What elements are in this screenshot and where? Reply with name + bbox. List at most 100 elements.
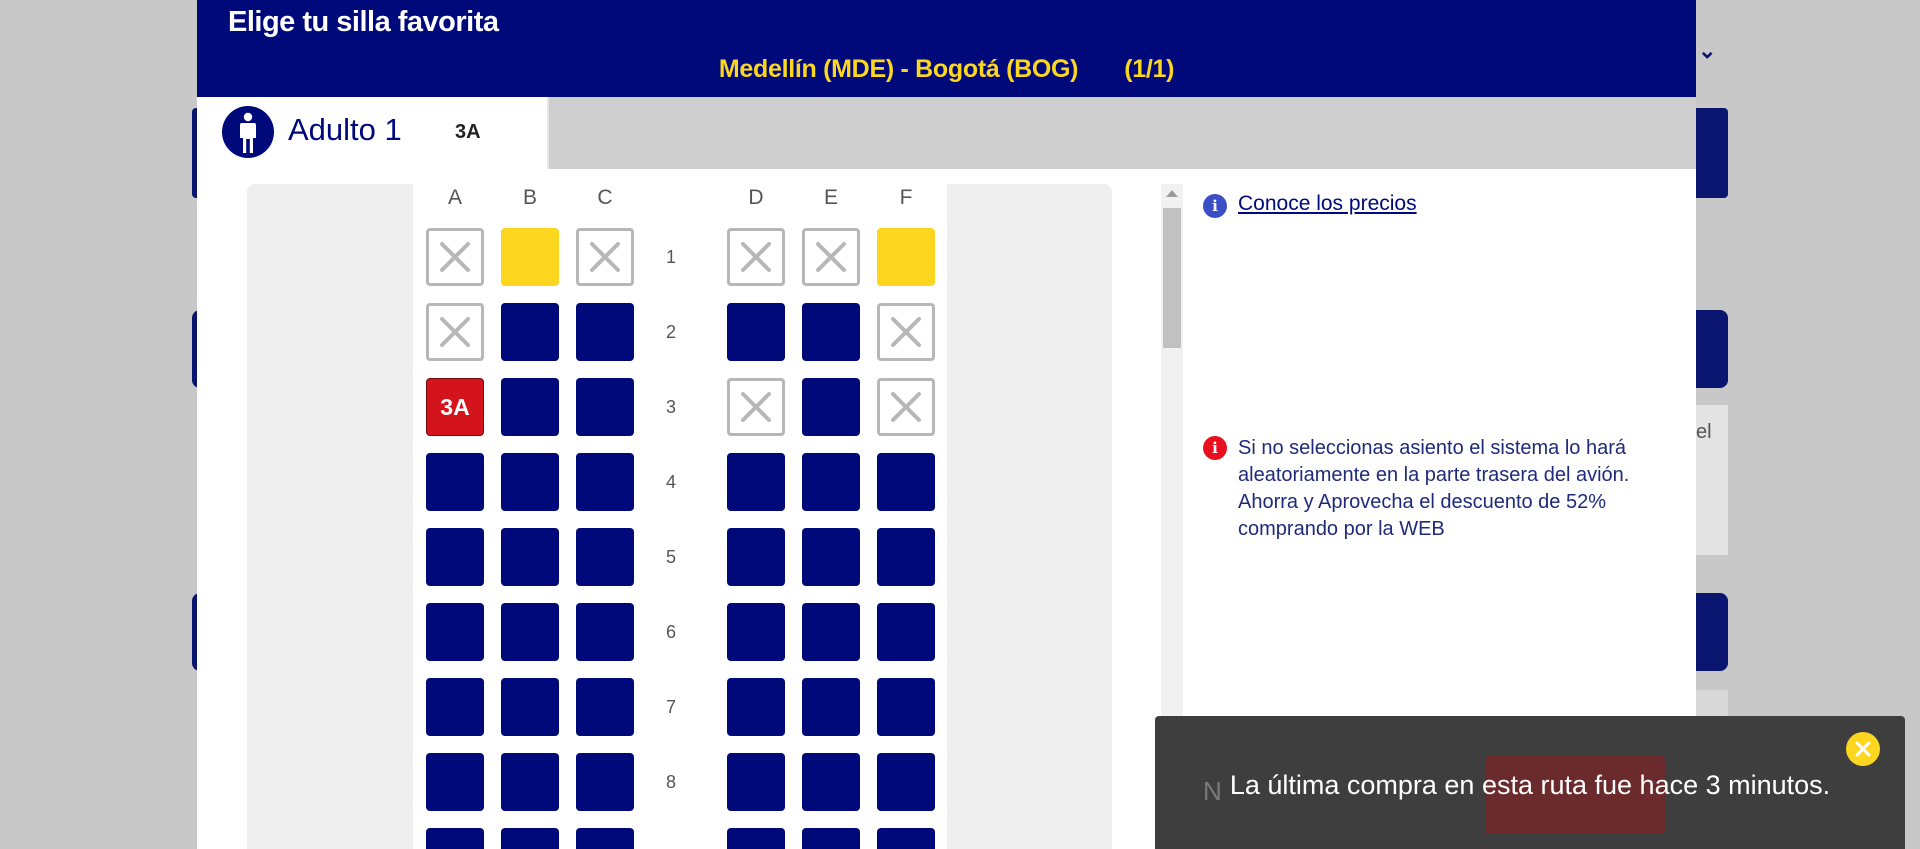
seat-partial[interactable] — [576, 828, 634, 849]
route-info: Medellín (MDE) - Bogotá (BOG) (1/1) — [197, 55, 1696, 84]
seat-3e[interactable] — [802, 378, 860, 436]
unavailable-x-icon — [440, 317, 470, 347]
seat-7e[interactable] — [802, 678, 860, 736]
seat-partial[interactable] — [426, 828, 484, 849]
segment-counter: (1/1) — [1124, 55, 1175, 83]
passenger-seat: 3A — [455, 121, 481, 143]
unavailable-x-icon — [891, 392, 921, 422]
toast-message: La última compra en esta ruta fue hace 3… — [1229, 770, 1831, 800]
scroll-thumb[interactable] — [1163, 208, 1181, 348]
seat-4b[interactable] — [501, 453, 559, 511]
row-label-5: 5 — [665, 547, 676, 567]
random-seat-warning: Si no seleccionas asiento el sistema lo … — [1238, 437, 1630, 540]
column-label-d: D — [748, 186, 764, 209]
seat-1e — [802, 228, 860, 286]
seat-6b[interactable] — [501, 603, 559, 661]
column-label-c: C — [597, 186, 613, 209]
seat-8a[interactable] — [426, 753, 484, 811]
seat-2e[interactable] — [802, 303, 860, 361]
row-label-4: 4 — [665, 472, 676, 492]
seat-6c[interactable] — [576, 603, 634, 661]
seat-5c[interactable] — [576, 528, 634, 586]
passenger-name: Adulto 1 — [288, 112, 402, 147]
seat-1b[interactable] — [501, 228, 559, 286]
unavailable-x-icon — [440, 242, 470, 272]
column-label-f: F — [899, 186, 913, 209]
seat-2c[interactable] — [576, 303, 634, 361]
row-label-1: 1 — [665, 247, 676, 267]
column-label-a: A — [447, 186, 462, 209]
row-label-8: 8 — [665, 772, 676, 792]
seat-8c[interactable] — [576, 753, 634, 811]
person-icon — [222, 106, 274, 158]
prices-link[interactable]: Conoce los precios — [1238, 192, 1417, 216]
column-label-e: E — [823, 186, 838, 209]
seat-8e[interactable] — [802, 753, 860, 811]
seat-4d[interactable] — [727, 453, 785, 511]
unavailable-x-icon — [816, 242, 846, 272]
seat-partial[interactable] — [877, 828, 935, 849]
seat-5d[interactable] — [727, 528, 785, 586]
chevron-down-icon[interactable]: ⌄ — [1698, 38, 1716, 64]
passenger-tabs: Adulto 1 3A — [197, 97, 1696, 169]
modal-header: Elige tu silla favorita Medellín (MDE) -… — [197, 0, 1696, 97]
seat-8d[interactable] — [727, 753, 785, 811]
passenger-tab-adulto-1[interactable]: Adulto 1 3A — [197, 97, 549, 169]
modal-title: Elige tu silla favorita — [228, 6, 499, 38]
seat-1f[interactable] — [877, 228, 935, 286]
seat-1c — [576, 228, 634, 286]
seat-4f[interactable] — [877, 453, 935, 511]
background-left — [0, 0, 197, 849]
seat-7c[interactable] — [576, 678, 634, 736]
seat-7d[interactable] — [727, 678, 785, 736]
seat-6f[interactable] — [877, 603, 935, 661]
seat-1d — [727, 228, 785, 286]
seat-map: A B C D E F 1 2 3 3A 4 5 6 7 8 — [247, 184, 1112, 849]
seat-2f — [877, 303, 935, 361]
seat-2a — [426, 303, 484, 361]
seat-4a[interactable] — [426, 453, 484, 511]
seat-7b[interactable] — [501, 678, 559, 736]
seat-2d[interactable] — [727, 303, 785, 361]
column-label-b: B — [522, 186, 537, 209]
seat-5e[interactable] — [802, 528, 860, 586]
seat-3b[interactable] — [501, 378, 559, 436]
seat-8f[interactable] — [877, 753, 935, 811]
info-icon: i — [1203, 194, 1227, 218]
aircraft-cabin: A B C D E F 1 2 3 3A 4 5 6 7 8 — [413, 184, 947, 849]
unavailable-x-icon — [891, 317, 921, 347]
row-label-2: 2 — [665, 322, 676, 342]
seat-5b[interactable] — [501, 528, 559, 586]
seat-7f[interactable] — [877, 678, 935, 736]
seat-partial[interactable] — [501, 828, 559, 849]
seat-3c[interactable] — [576, 378, 634, 436]
route-label: Medellín (MDE) - Bogotá (BOG) — [718, 55, 1079, 83]
row-label-7: 7 — [665, 697, 676, 717]
warning-info-icon: i — [1203, 436, 1227, 460]
seat-partial[interactable] — [727, 828, 785, 849]
seat-3f — [877, 378, 935, 436]
seat-3d — [727, 378, 785, 436]
unavailable-x-icon — [590, 242, 620, 272]
seat-6a[interactable] — [426, 603, 484, 661]
seat-5a[interactable] — [426, 528, 484, 586]
seat-6e[interactable] — [802, 603, 860, 661]
seat-7a[interactable] — [426, 678, 484, 736]
row-label-3: 3 — [665, 397, 676, 417]
seat-3a[interactable]: 3A — [426, 378, 484, 436]
background-partial-text: el — [1696, 421, 1712, 443]
seat-4e[interactable] — [802, 453, 860, 511]
seat-partial[interactable] — [802, 828, 860, 849]
close-icon[interactable] — [1846, 732, 1880, 766]
seat-4c[interactable] — [576, 453, 634, 511]
seat-1a — [426, 228, 484, 286]
seat-2b[interactable] — [501, 303, 559, 361]
row-label-6: 6 — [665, 622, 676, 642]
scroll-up-icon[interactable] — [1166, 190, 1178, 197]
unavailable-x-icon — [741, 392, 771, 422]
unavailable-x-icon — [741, 242, 771, 272]
seat-6d[interactable] — [727, 603, 785, 661]
seat-5f[interactable] — [877, 528, 935, 586]
seat-8b[interactable] — [501, 753, 559, 811]
recent-purchase-toast: N La última compra en esta ruta fue hace… — [1155, 716, 1905, 849]
